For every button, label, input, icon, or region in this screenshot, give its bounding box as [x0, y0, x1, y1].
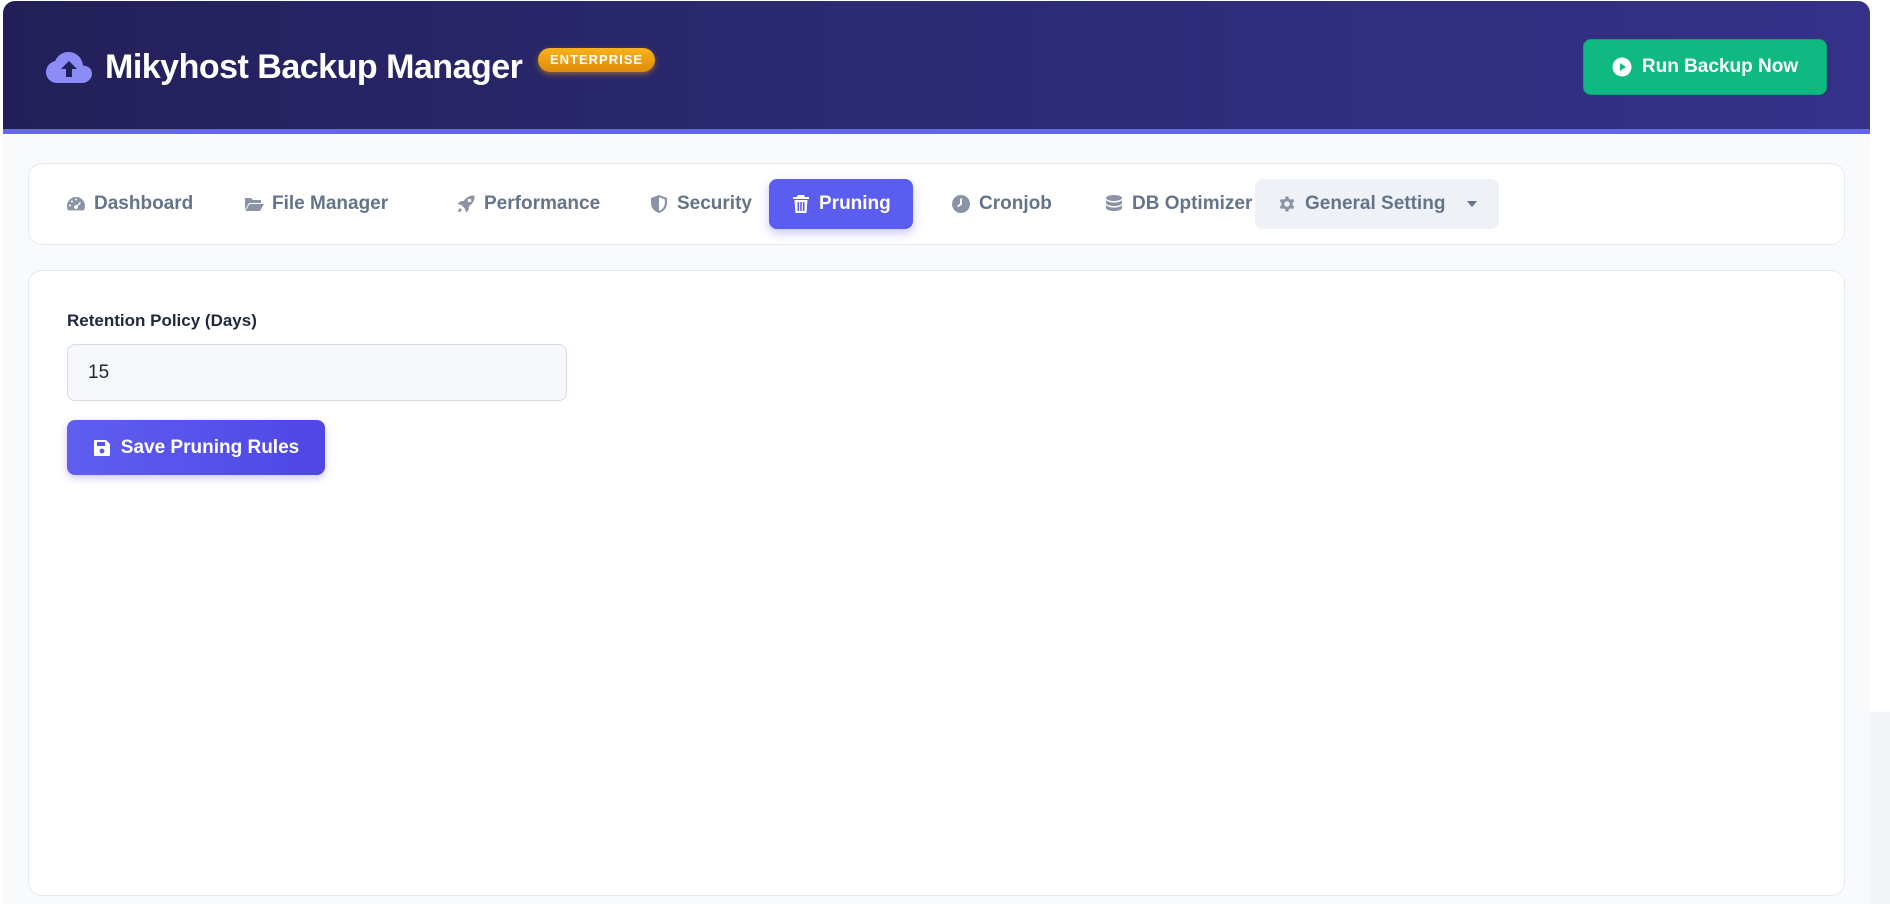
- chevron-down-icon: [1467, 201, 1478, 207]
- tab-label: Security: [677, 193, 752, 214]
- tab-file-manager[interactable]: File Manager: [222, 179, 410, 229]
- scrollbar-track[interactable]: [1870, 712, 1890, 904]
- play-circle-icon: [1612, 57, 1632, 77]
- floppy-disk-icon: [93, 439, 110, 456]
- save-pruning-rules-button[interactable]: Save Pruning Rules: [67, 420, 325, 475]
- tab-pruning[interactable]: Pruning: [769, 179, 913, 229]
- enterprise-badge: ENTERPRISE: [538, 48, 656, 72]
- tab-general-setting[interactable]: General Setting: [1255, 179, 1500, 229]
- rocket-icon: [457, 195, 475, 213]
- app-title: Mikyhost Backup Manager: [105, 48, 523, 86]
- database-icon: [1106, 195, 1122, 211]
- app-window: Mikyhost Backup Manager ENTERPRISE Run B…: [3, 1, 1870, 904]
- pruning-panel: Retention Policy (Days) Save Pruning Rul…: [28, 270, 1845, 896]
- nav-tabs: Dashboard File Manager Performance Secur…: [28, 163, 1845, 245]
- folder-open-icon: [245, 198, 264, 211]
- tab-dashboard[interactable]: Dashboard: [44, 179, 215, 229]
- tab-cronjob[interactable]: Cronjob: [929, 179, 1074, 229]
- save-pruning-rules-label: Save Pruning Rules: [120, 436, 300, 458]
- cloud-upload-icon: [46, 51, 92, 87]
- run-backup-label: Run Backup Now: [1641, 56, 1799, 77]
- shield-icon: [651, 195, 667, 213]
- retention-policy-label: Retention Policy (Days): [67, 311, 257, 330]
- tab-db-optimizer[interactable]: DB Optimizer: [1082, 179, 1274, 229]
- retention-days-input[interactable]: [67, 344, 567, 401]
- tab-label: Performance: [484, 193, 601, 214]
- header: Mikyhost Backup Manager ENTERPRISE Run B…: [3, 1, 1870, 134]
- tab-label: Dashboard: [94, 193, 194, 214]
- gear-icon: [1279, 196, 1295, 212]
- tab-label: DB Optimizer: [1132, 193, 1253, 214]
- tab-label: General Setting: [1305, 193, 1446, 214]
- tab-performance[interactable]: Performance: [434, 179, 622, 229]
- tab-label: File Manager: [272, 193, 389, 214]
- tab-security[interactable]: Security: [627, 179, 774, 229]
- gauge-icon: [67, 197, 85, 211]
- trash-icon: [793, 195, 809, 213]
- tab-label: Cronjob: [979, 193, 1052, 214]
- tab-label: Pruning: [819, 193, 891, 214]
- clock-icon: [952, 195, 970, 213]
- run-backup-button[interactable]: Run Backup Now: [1583, 39, 1827, 95]
